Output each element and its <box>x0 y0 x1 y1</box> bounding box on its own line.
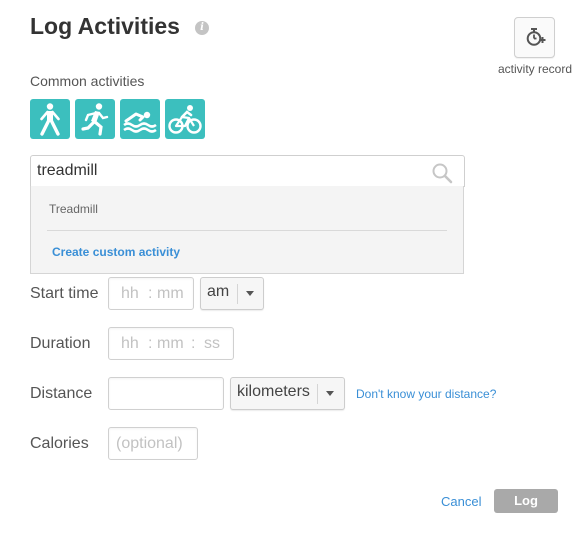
ampm-select[interactable]: am <box>200 277 264 310</box>
duration-input[interactable]: hh : mm : ss <box>108 327 234 360</box>
swimming-icon <box>123 111 157 133</box>
colon: : <box>191 335 196 352</box>
cancel-button[interactable]: Cancel <box>441 494 481 509</box>
colon: : <box>148 285 153 302</box>
hh-placeholder: hh <box>121 335 139 352</box>
distance-unit-value: kilometers <box>237 383 310 400</box>
chevron-down-icon <box>326 391 334 396</box>
distance-unit-select[interactable]: kilometers <box>230 377 345 410</box>
calories-placeholder: (optional) <box>116 435 183 452</box>
calories-input[interactable]: (optional) <box>108 427 198 460</box>
distance-label: Distance <box>30 385 93 402</box>
activity-search-field[interactable] <box>30 155 465 187</box>
ss-placeholder: ss <box>204 335 220 352</box>
run-activity-tile[interactable] <box>75 99 115 139</box>
start-time-label: Start time <box>30 285 99 302</box>
page-title: Log Activities <box>30 13 180 39</box>
activity-record-label: activity record <box>497 62 573 76</box>
chevron-down-icon <box>246 291 254 296</box>
activity-record-button[interactable] <box>514 17 555 58</box>
search-icon[interactable] <box>431 162 453 184</box>
stopwatch-plus-icon <box>526 28 546 46</box>
select-divider <box>237 284 238 304</box>
colon: : <box>148 335 153 352</box>
bike-activity-tile[interactable] <box>165 99 205 139</box>
divider <box>47 230 447 231</box>
unknown-distance-link[interactable]: Don't know your distance? <box>356 387 496 401</box>
common-activities-label: Common activities <box>30 73 145 89</box>
running-icon <box>81 103 109 136</box>
log-button[interactable]: Log <box>494 489 558 513</box>
suggestion-item-treadmill[interactable]: Treadmill <box>49 202 98 216</box>
walking-icon <box>40 103 60 136</box>
activity-search-input[interactable] <box>37 160 427 182</box>
hh-placeholder: hh <box>121 285 139 302</box>
distance-input[interactable] <box>108 377 224 410</box>
ampm-value: am <box>207 283 230 300</box>
calories-label: Calories <box>30 435 89 452</box>
duration-label: Duration <box>30 335 91 352</box>
mm-placeholder: mm <box>157 335 184 352</box>
start-time-input[interactable]: hh : mm <box>108 277 194 310</box>
select-divider <box>317 384 318 404</box>
cycling-icon <box>168 105 202 134</box>
search-suggestions-dropdown: Treadmill Create custom activity <box>30 186 464 274</box>
swim-activity-tile[interactable] <box>120 99 160 139</box>
walk-activity-tile[interactable] <box>30 99 70 139</box>
create-custom-activity-link[interactable]: Create custom activity <box>52 245 180 259</box>
info-icon[interactable]: i <box>195 21 209 35</box>
mm-placeholder: mm <box>157 285 184 302</box>
